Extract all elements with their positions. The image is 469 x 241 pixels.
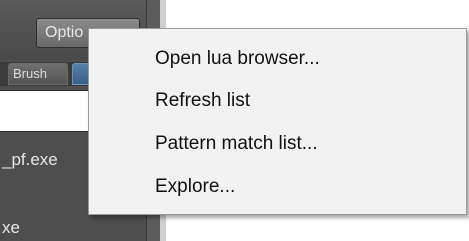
menu-item-refresh-list[interactable]: Refresh list — [89, 81, 466, 121]
options-button-label: Optio — [45, 24, 84, 41]
list-item[interactable]: xe — [2, 218, 20, 238]
menu-item-open-lua-browser[interactable]: Open lua browser... — [89, 39, 466, 79]
context-menu: Open lua browser... Refresh list Pattern… — [88, 28, 467, 215]
menu-item-pattern-match-list[interactable]: Pattern match list... — [89, 124, 466, 164]
tab-brush[interactable]: Brush — [8, 63, 68, 85]
list-item[interactable]: _pf.exe — [2, 150, 58, 170]
menu-item-explore[interactable]: Explore... — [89, 167, 466, 207]
